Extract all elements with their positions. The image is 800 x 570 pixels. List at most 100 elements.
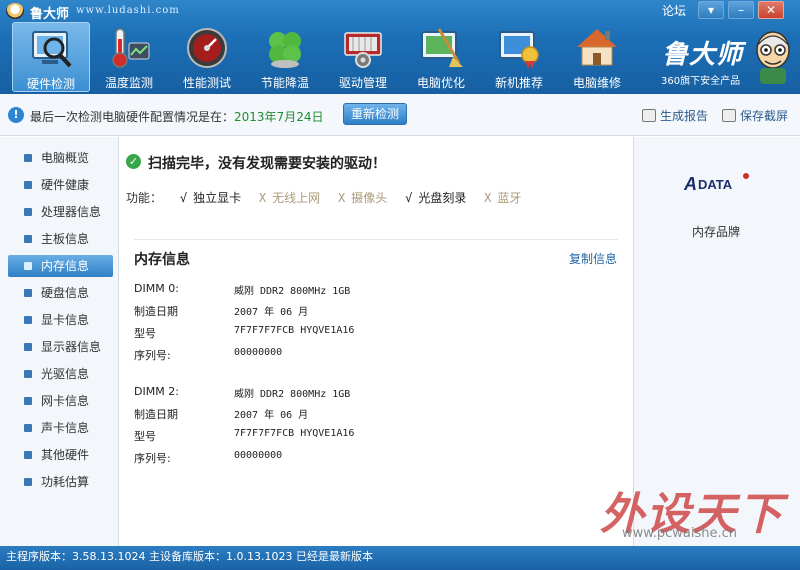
monitor-medal-icon xyxy=(499,31,539,69)
check-mark-icon: √ xyxy=(405,191,413,205)
camera-icon xyxy=(722,109,736,122)
minimize-icon[interactable]: – xyxy=(728,1,754,19)
bullet-icon xyxy=(24,451,32,459)
sidebar-item-power[interactable]: 功耗估算 xyxy=(8,471,113,493)
bullet-icon xyxy=(24,424,32,432)
sidebar-item-label: 显卡信息 xyxy=(41,313,90,327)
save-screenshot-label: 保存截屏 xyxy=(740,109,789,123)
tool-label: 硬件检测 xyxy=(26,77,75,91)
sidebar-item-label: 声卡信息 xyxy=(41,421,90,435)
thermometer-icon xyxy=(112,28,150,68)
menu-down-icon[interactable]: ▾ xyxy=(698,1,724,19)
bullet-icon xyxy=(24,370,32,378)
sidebar-item-label: 主板信息 xyxy=(41,232,90,246)
sidebar-item-label: 硬盘信息 xyxy=(41,286,90,300)
sidebar-item-overview[interactable]: 电脑概览 xyxy=(8,147,113,169)
bullet-icon xyxy=(24,154,32,162)
adata-logo: A DATA xyxy=(684,173,749,194)
feature-item: √ 光盘刻录 xyxy=(405,191,466,205)
info-key: 序列号: xyxy=(134,349,171,362)
mascot-icon xyxy=(756,31,790,84)
generate-report-button[interactable]: 生成报告 xyxy=(642,107,708,124)
app-name: 鲁大师 xyxy=(30,7,70,22)
adata-logo-a: A xyxy=(684,174,697,194)
recheck-button[interactable]: 重新检测 xyxy=(343,103,407,125)
sidebar-item-display[interactable]: 显示器信息 xyxy=(8,336,113,358)
bullet-icon xyxy=(24,262,32,270)
tool-driver[interactable]: 驱动管理 xyxy=(324,22,402,92)
feature-item: X 无线上网 xyxy=(259,191,320,205)
brand-name: 鲁大师 xyxy=(662,40,744,70)
sidebar-item-network[interactable]: 网卡信息 xyxy=(8,390,113,412)
tool-label: 节能降温 xyxy=(260,76,309,90)
sidebar-item-label: 功耗估算 xyxy=(41,475,90,489)
title-bar: 鲁大师 www.ludashi.com 论坛 ▾ – ✕ xyxy=(0,0,800,22)
feature-item: X 摄像头 xyxy=(338,191,387,205)
bullet-icon xyxy=(24,478,32,486)
last-check-date: 2013年7月24日 xyxy=(234,110,324,124)
tool-optimize[interactable]: 电脑优化 xyxy=(402,22,480,92)
tool-new-machine[interactable]: 新机推荐 xyxy=(480,22,558,92)
status-text: 主程序版本：3.58.13.1024 主设备库版本：1.0.13.1023 已经… xyxy=(6,550,373,563)
sidebar: 电脑概览 硬件健康 处理器信息 主板信息 内存信息 硬盘信息 显卡信息 显示器信… xyxy=(0,137,119,546)
tool-label: 电脑维修 xyxy=(572,76,621,90)
sidebar-item-cpu[interactable]: 处理器信息 xyxy=(8,201,113,223)
hardware-check-icon xyxy=(32,31,72,68)
tool-label: 驱动管理 xyxy=(338,76,387,90)
clover-icon xyxy=(269,32,301,68)
tool-performance[interactable]: 性能测试 xyxy=(168,22,246,92)
forum-link[interactable]: 论坛 xyxy=(662,2,686,19)
section-title: 内存信息 xyxy=(134,252,190,268)
info-value: 2007 年 06 月 xyxy=(234,410,309,421)
check-mark-icon: √ xyxy=(179,191,188,205)
sidebar-item-optical[interactable]: 光驱信息 xyxy=(8,363,113,385)
feature-name: 独立显卡 xyxy=(193,191,242,205)
sidebar-item-label: 其他硬件 xyxy=(41,448,90,462)
info-row: 型号 7F7F7F7FCB HYQVE1A16 xyxy=(134,428,614,446)
brand-subtitle: 360旗下安全产品 xyxy=(661,76,741,87)
sidebar-item-memory[interactable]: 内存信息 xyxy=(8,255,113,277)
main-panel: ✓ 扫描完毕，没有发现需要安装的驱动！ 功能： √ 独立显卡 X 无线上网 X 摄像头… xyxy=(120,137,633,546)
scan-result: 扫描完毕，没有发现需要安装的驱动！ xyxy=(148,156,386,172)
info-value: 7F7F7F7FCB HYQVE1A16 xyxy=(234,428,355,439)
feature-name: 无线上网 xyxy=(272,191,321,205)
memory-brand-label: 内存品牌 xyxy=(692,225,741,239)
info-row: 序列号: 00000000 xyxy=(134,450,614,468)
feature-item: X 蓝牙 xyxy=(484,191,521,205)
sidebar-item-sound[interactable]: 声卡信息 xyxy=(8,417,113,439)
bullet-icon xyxy=(24,343,32,351)
sidebar-item-health[interactable]: 硬件健康 xyxy=(8,174,113,196)
cross-mark-icon: X xyxy=(258,191,267,205)
bullet-icon xyxy=(24,397,32,405)
copy-info-link[interactable]: 复制信息 xyxy=(569,250,617,267)
generate-report-label: 生成报告 xyxy=(660,109,709,123)
sidebar-item-disk[interactable]: 硬盘信息 xyxy=(8,282,113,304)
house-wrench-icon xyxy=(577,29,617,66)
feature-name: 蓝牙 xyxy=(497,191,522,205)
tool-energy-saving[interactable]: 节能降温 xyxy=(246,22,324,92)
tool-label: 新机推荐 xyxy=(494,76,543,90)
save-screenshot-button[interactable]: 保存截屏 xyxy=(722,107,788,124)
info-icon: ! xyxy=(8,107,24,123)
cross-mark-icon: X xyxy=(484,191,492,205)
last-check-text: 最后一次检测电脑硬件配置情况是在：2013年7月24日 xyxy=(30,108,323,125)
sidebar-item-other[interactable]: 其他硬件 xyxy=(8,444,113,466)
tool-temperature[interactable]: 温度监测 xyxy=(90,22,168,92)
sidebar-item-label: 光驱信息 xyxy=(41,367,90,381)
cross-mark-icon: X xyxy=(338,191,346,205)
driver-gear-icon xyxy=(344,32,382,68)
sidebar-item-gpu[interactable]: 显卡信息 xyxy=(8,309,113,331)
check-circle-icon: ✓ xyxy=(126,154,141,169)
tool-repair[interactable]: 电脑维修 xyxy=(558,22,636,92)
sidebar-item-motherboard[interactable]: 主板信息 xyxy=(8,228,113,250)
feature-label: 功能： xyxy=(126,191,163,205)
tool-hardware-check[interactable]: 硬件检测 xyxy=(12,22,90,92)
tool-label: 电脑优化 xyxy=(416,76,465,90)
main-tools: 硬件检测 温度监测 性能测试 节能降温 驱动管理 电脑优化 新机推荐 电脑维修 xyxy=(8,22,648,92)
close-icon[interactable]: ✕ xyxy=(758,1,784,19)
printer-icon xyxy=(642,109,656,122)
info-key: DIMM 0: xyxy=(134,282,179,295)
app-logo-icon xyxy=(6,3,24,19)
bullet-icon xyxy=(24,316,32,324)
top-toolbar: 鲁大师 www.ludashi.com 论坛 ▾ – ✕ 硬件检测 温度监测 性… xyxy=(0,0,800,94)
